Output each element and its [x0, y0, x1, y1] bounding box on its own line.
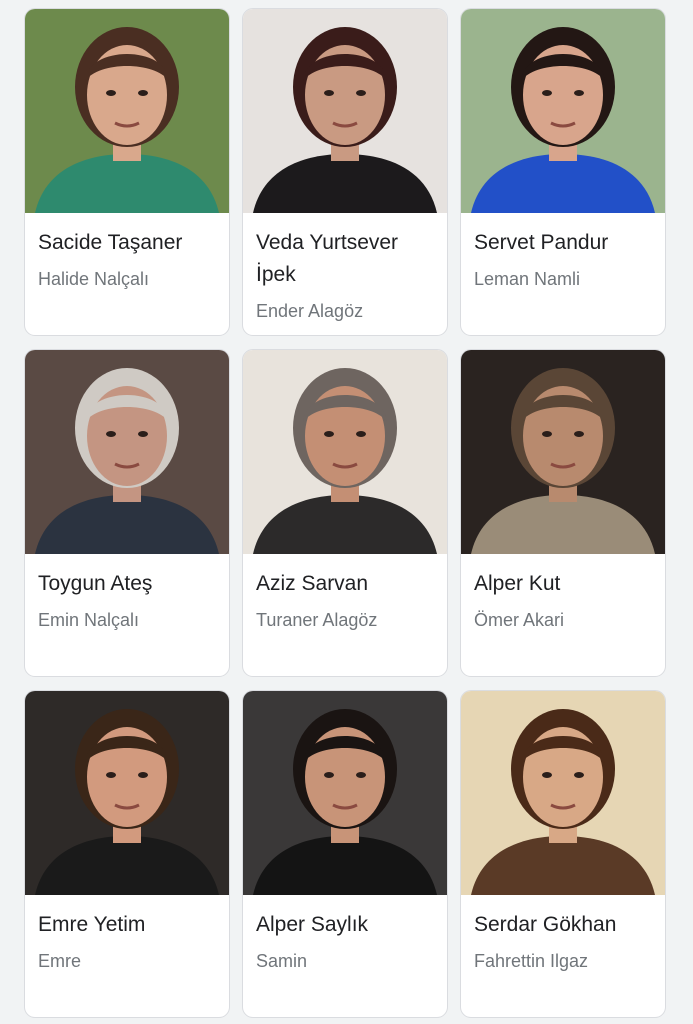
character-name: Emin Nalçalı — [38, 610, 140, 630]
cast-card[interactable]: Alper Kut Ömer Akari — [460, 349, 666, 677]
cast-card[interactable]: Servet Pandur Leman Namli — [460, 8, 666, 336]
cast-card[interactable]: Serdar Gökhan Fahrettin Ilgaz — [460, 690, 666, 1018]
portrait-illustration — [461, 350, 665, 554]
cast-card[interactable]: Alper Saylık Samin — [242, 690, 448, 1018]
actor-photo — [25, 691, 229, 895]
cast-card[interactable]: Emre Yetim Emre — [24, 690, 230, 1018]
actor-name: Emre Yetim — [38, 913, 146, 936]
character-name: Leman Namli — [474, 269, 581, 289]
cast-grid: Sacide Taşaner Halide Nalçalı Veda Yurts… — [0, 0, 693, 1024]
actor-photo — [243, 9, 447, 213]
actor-photo — [461, 9, 665, 213]
portrait-illustration — [25, 691, 229, 895]
actor-photo — [243, 350, 447, 554]
portrait-illustration — [25, 9, 229, 213]
portrait-illustration — [461, 691, 665, 895]
actor-name: Toygun Ateş — [38, 572, 153, 595]
actor-photo — [461, 691, 665, 895]
actor-name: Sacide Taşaner — [38, 231, 183, 254]
actor-name: Alper Saylık — [256, 913, 369, 936]
portrait-illustration — [243, 691, 447, 895]
character-name: Ömer Akari — [474, 610, 565, 630]
portrait-illustration — [243, 350, 447, 554]
actor-name: Aziz Sarvan — [256, 572, 369, 595]
character-name: Turaner Alagöz — [256, 610, 378, 630]
actor-name: Serdar Gökhan — [474, 913, 617, 936]
actor-name: Veda Yurtsever İpek — [256, 231, 399, 286]
character-name: Samin — [256, 951, 308, 971]
portrait-illustration — [25, 350, 229, 554]
character-name: Emre — [38, 951, 82, 971]
actor-photo — [243, 691, 447, 895]
actor-name: Servet Pandur — [474, 231, 609, 254]
actor-name: Alper Kut — [474, 572, 561, 595]
cast-card[interactable]: Veda Yurtsever İpek Ender Alagöz — [242, 8, 448, 336]
portrait-illustration — [243, 9, 447, 213]
cast-card[interactable]: Sacide Taşaner Halide Nalçalı — [24, 8, 230, 336]
cast-card[interactable]: Aziz Sarvan Turaner Alagöz — [242, 349, 448, 677]
cast-card[interactable]: Toygun Ateş Emin Nalçalı — [24, 349, 230, 677]
actor-photo — [461, 350, 665, 554]
character-name: Ender Alagöz — [256, 301, 364, 321]
character-name: Fahrettin Ilgaz — [474, 951, 589, 971]
actor-photo — [25, 9, 229, 213]
actor-photo — [25, 350, 229, 554]
portrait-illustration — [461, 9, 665, 213]
character-name: Halide Nalçalı — [38, 269, 150, 289]
